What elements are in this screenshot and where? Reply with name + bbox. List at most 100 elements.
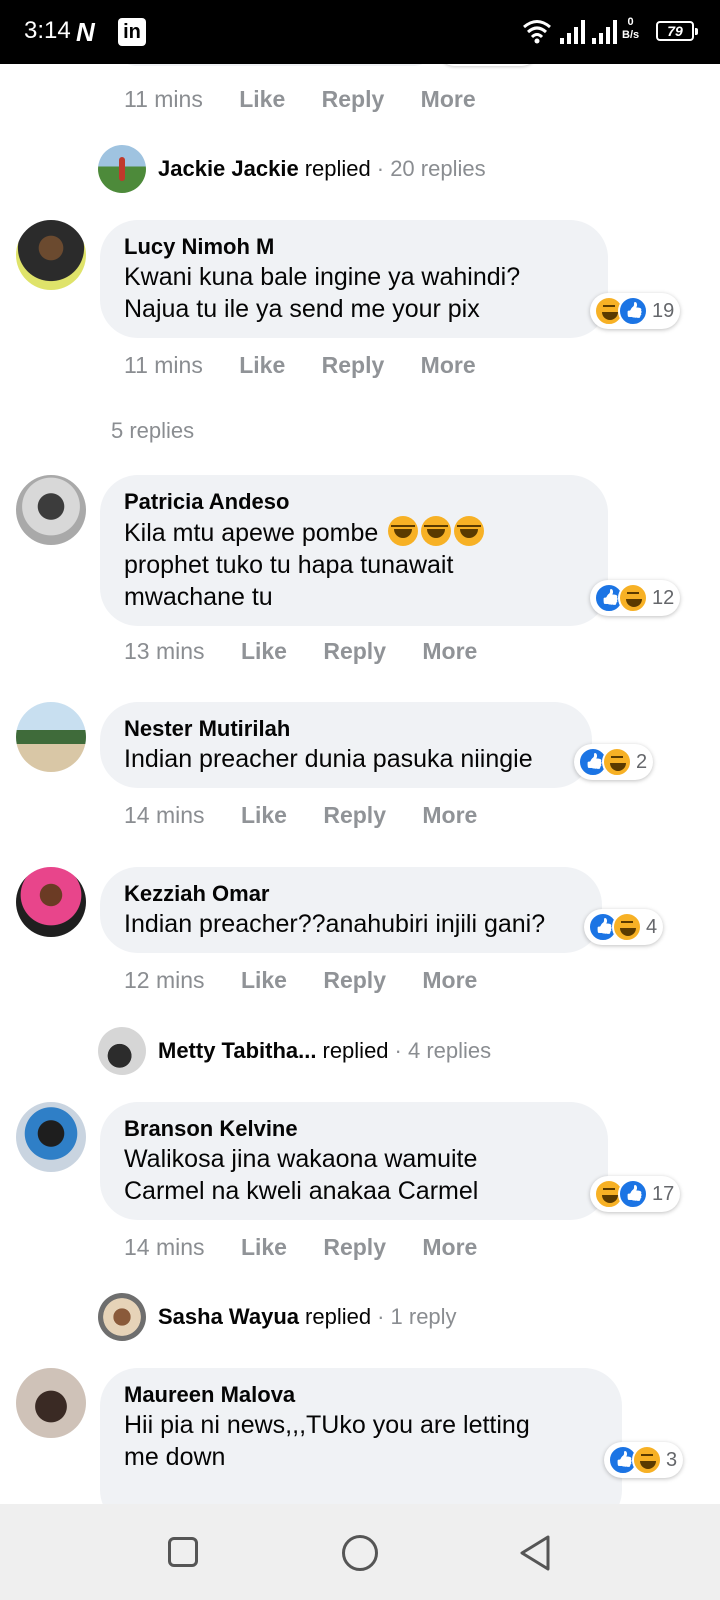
commenter-name[interactable]: Nester Mutirilah [124,715,568,743]
comment-bubble[interactable]: Maureen Malova Hii pia ni news,,,TUko yo… [100,1368,622,1504]
comment-time: 13 mins [124,638,205,664]
more-button[interactable]: More [421,86,476,112]
like-reaction-icon [618,296,648,326]
avatar [16,1368,86,1438]
comment-bubble[interactable]: Kezziah Omar Indian preacher??anahubiri … [100,867,602,953]
avatar [98,1293,146,1341]
netflix-icon: N [76,17,95,47]
reaction-count: 12 [652,586,675,609]
more-button[interactable]: More [422,802,477,828]
comment-text: Najua tu ile ya send me your pix [124,295,480,323]
comment-text: Kila mtu apewe pombe [124,519,379,547]
comment-text: Kwani kuna bale ingine ya wahindi? [124,263,521,291]
previous-reaction-edge [440,64,536,66]
comment-meta: 14 mins Like Reply More [124,802,507,829]
reply-button[interactable]: Reply [323,802,386,828]
more-button[interactable]: More [422,967,477,993]
comment-meta: 11 mins Like Reply More [124,86,506,113]
comment-meta: 12 mins Like Reply More [124,967,507,994]
reply-button[interactable]: Reply [323,638,386,664]
reply-button[interactable]: Reply [323,1234,386,1260]
replier-name: Jackie Jackie [158,156,299,181]
comment-text: Indian preacher??anahubiri injili gani? [124,910,546,938]
like-button[interactable]: Like [239,352,285,378]
comment-time: 11 mins [124,86,203,112]
like-button[interactable]: Like [241,802,287,828]
comment-time: 14 mins [124,802,205,828]
more-button[interactable]: More [422,1234,477,1260]
reaction-count: 2 [636,750,648,773]
like-reaction-icon [618,1179,648,1209]
comment-text: me down [124,1443,226,1471]
linkedin-icon: in [118,18,146,46]
comment-text: mwachane tu [124,583,273,611]
replied-label: replied [322,1038,389,1063]
back-button[interactable] [518,1534,552,1572]
system-nav-bar [0,1504,720,1600]
network-speed: 0 B/s [622,16,640,41]
view-replies-row[interactable]: Jackie Jackie replied · 20 replies [98,144,486,194]
avatar [98,145,146,193]
recent-apps-button[interactable] [168,1537,198,1567]
reaction-count: 19 [652,299,675,322]
reaction-summary[interactable]: 19 [590,293,681,329]
signal-icon [560,20,585,44]
reaction-count: 17 [652,1182,675,1205]
haha-reaction-icon [602,747,632,777]
reaction-summary[interactable]: 2 [574,744,654,780]
haha-reaction-icon [618,583,648,613]
tears-of-joy-emoji [421,516,452,546]
reply-count: · 4 replies [394,1038,492,1063]
view-replies-row[interactable]: Sasha Wayua replied · 1 reply [98,1292,457,1342]
reaction-summary[interactable]: 17 [590,1176,681,1212]
comment-bubble[interactable]: Patricia Andeso Kila mtu apewe pombe pro… [100,475,608,626]
more-button[interactable]: More [421,352,476,378]
commenter-name[interactable]: Branson Kelvine [124,1115,584,1143]
battery-icon: 79 [656,21,698,41]
comment-time: 11 mins [124,352,203,378]
status-time: 3:14 [24,17,71,44]
reply-button[interactable]: Reply [322,86,385,112]
status-bar: 3:14 N in 0 B/s 79 [0,0,720,64]
replier-name: Sasha Wayua [158,1304,300,1329]
view-replies-row[interactable]: Metty Tabitha... replied · 4 replies [98,1026,491,1076]
replied-label: replied [304,156,371,181]
comment-time: 12 mins [124,967,205,993]
avatar [98,1027,146,1075]
tears-of-joy-emoji [454,516,485,546]
reply-count: · 20 replies [376,156,486,181]
avatar [16,1102,86,1172]
reaction-summary[interactable]: 3 [604,1442,684,1478]
comment-bubble[interactable]: Lucy Nimoh M Kwani kuna bale ingine ya w… [100,220,608,338]
commenter-name[interactable]: Patricia Andeso [124,488,584,516]
comment-bubble[interactable]: Nester Mutirilah Indian preacher dunia p… [100,702,592,788]
more-button[interactable]: More [422,638,477,664]
home-button[interactable] [342,1535,378,1571]
previous-comment-bubble-edge [118,64,432,66]
comment-bubble[interactable]: Branson Kelvine Walikosa jina wakaona wa… [100,1102,608,1220]
like-button[interactable]: Like [239,86,285,112]
comments-list[interactable]: 11 mins Like Reply More Jackie Jackie re… [0,64,720,1504]
commenter-name[interactable]: Lucy Nimoh M [124,233,584,261]
haha-reaction-icon [612,912,642,942]
commenter-name[interactable]: Maureen Malova [124,1381,598,1409]
comment-meta: 13 mins Like Reply More [124,638,507,665]
like-button[interactable]: Like [241,638,287,664]
comment-text: Hii pia ni news,,,TUko you are letting [124,1411,530,1439]
view-more-replies[interactable]: 5 replies [111,418,194,444]
reply-button[interactable]: Reply [323,967,386,993]
avatar [16,220,86,290]
comment-text: Indian preacher dunia pasuka niingie [124,745,533,773]
avatar [16,475,86,545]
like-button[interactable]: Like [241,1234,287,1260]
reaction-summary[interactable]: 4 [584,909,664,945]
comment-time: 14 mins [124,1234,205,1260]
signal-icon-2 [592,20,617,44]
tears-of-joy-emoji [388,516,419,546]
reply-button[interactable]: Reply [322,352,385,378]
avatar [16,867,86,937]
comment-text: Walikosa jina wakaona wamuite [124,1145,478,1173]
like-button[interactable]: Like [241,967,287,993]
reaction-summary[interactable]: 12 [590,580,681,616]
commenter-name[interactable]: Kezziah Omar [124,880,578,908]
